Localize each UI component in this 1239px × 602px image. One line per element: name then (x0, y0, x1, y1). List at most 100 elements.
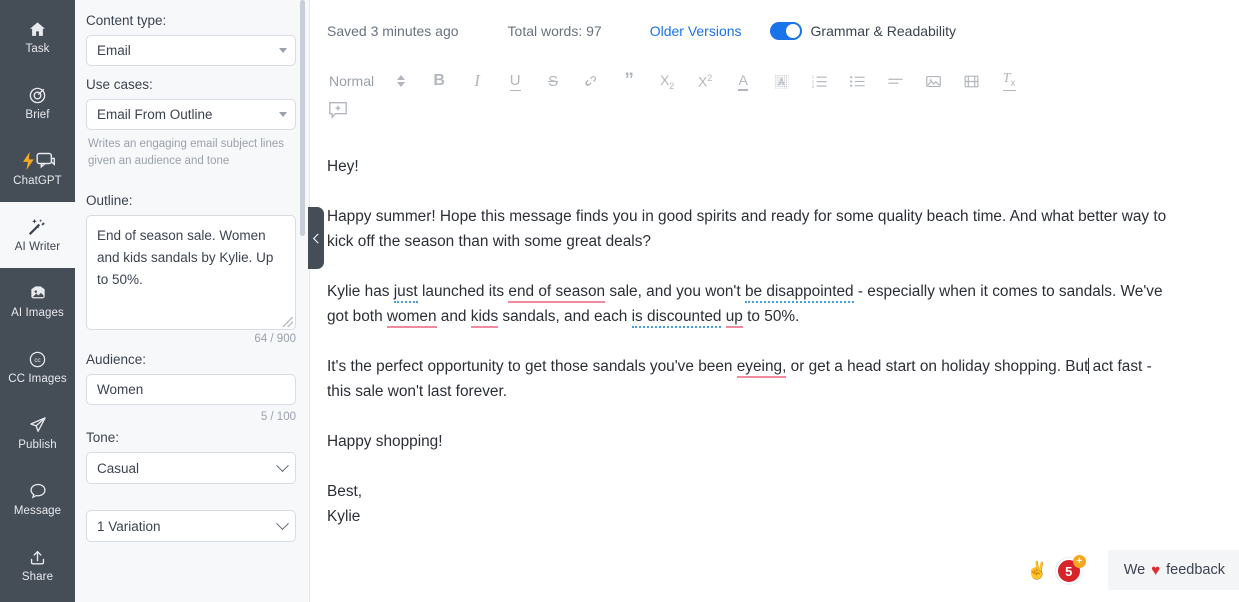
use-cases-label: Use cases: (86, 77, 153, 92)
link-button[interactable] (572, 66, 610, 96)
resize-grip-icon[interactable] (283, 317, 293, 327)
style-dropdown-icon[interactable] (382, 66, 420, 96)
doc-paragraph-body-2: It's the perfect opportunity to get thos… (327, 358, 1152, 400)
highlight-color-button[interactable]: A (762, 66, 800, 96)
sidebar-item-label: Task (25, 43, 50, 55)
grammar-mark-blue: be disappointed (744, 283, 854, 303)
ordered-list-button[interactable]: 1 2 3 (800, 66, 838, 96)
notification-badge[interactable]: 5 + (1055, 555, 1086, 585)
grammar-mark-blue: is discounted (631, 308, 722, 328)
strikethrough-button[interactable]: S (534, 66, 572, 96)
sidebar-item-cc-images[interactable]: cc CC Images (0, 334, 75, 400)
sidebar-item-label: AI Images (11, 307, 64, 319)
chevron-left-icon (312, 233, 323, 243)
sidebar-item-publish[interactable]: Publish (0, 400, 75, 466)
insert-image-button[interactable] (914, 66, 952, 96)
feedback-pre-label: We (1123, 562, 1146, 578)
content-type-select[interactable]: Email (86, 35, 296, 66)
svg-text:cc: cc (34, 357, 40, 364)
sidebar-item-brief[interactable]: Brief (0, 70, 75, 136)
left-nav-rail: Task Brief ChatGPT AI Writer AI Images c… (0, 0, 75, 602)
grammar-readability-toggle[interactable]: Grammar & Readability (769, 22, 957, 40)
editor-topbar: Saved 3 minutes ago Total words: 97 Olde… (310, 0, 1239, 62)
subscript-button[interactable]: X2 (648, 66, 686, 96)
superscript-button[interactable]: X2 (686, 66, 724, 96)
chevron-down-icon (276, 458, 289, 472)
audience-value: Women (97, 382, 144, 397)
tone-value: Casual (97, 460, 140, 476)
grammar-mark-pink: up (725, 308, 743, 328)
outline-label: Outline: (86, 193, 133, 208)
tone-select[interactable]: Casual (86, 452, 296, 484)
underline-button[interactable]: U (496, 66, 534, 96)
sidebar-item-ai-images[interactable]: AI Images (0, 268, 75, 334)
app-root: Task Brief ChatGPT AI Writer AI Images c… (0, 0, 1239, 602)
italic-button[interactable]: I (458, 66, 496, 96)
feedback-post-label: feedback (1166, 562, 1225, 578)
content-type-label: Content type: (86, 13, 167, 28)
sidebar-item-chatgpt[interactable]: ChatGPT (0, 136, 75, 202)
chevron-down-icon (276, 516, 289, 530)
editor-toolbar: Normal B I U S ” X2 X2 A A 1 2 3 Tx (310, 62, 1239, 100)
chevron-down-icon (279, 48, 287, 53)
creative-commons-icon: cc (28, 348, 47, 370)
grammar-mark-pink: eyeing, (736, 358, 787, 378)
bold-button[interactable]: B (420, 66, 458, 96)
outline-counter: 64 / 900 (254, 333, 296, 345)
variations-value: 1 Variation (97, 518, 161, 534)
doc-paragraph-greeting: Hey! (327, 158, 359, 175)
sidebar-item-share[interactable]: Share (0, 532, 75, 598)
toggle-switch-icon[interactable] (769, 22, 802, 40)
doc-paragraph-intro: Happy summer! Hope this message finds yo… (327, 208, 1167, 250)
content-type-value: Email (97, 43, 131, 58)
grammar-mark-pink: end of season (508, 283, 606, 303)
panel-scrollbar-thumb[interactable] (300, 0, 305, 236)
total-words: Total words: 97 (507, 23, 602, 39)
chevron-down-icon (279, 112, 287, 117)
sidebar-item-message[interactable]: Message (0, 466, 75, 532)
heart-icon: ♥ (1151, 561, 1161, 579)
blockquote-button[interactable]: ” (610, 66, 648, 96)
sidebar-item-ai-writer[interactable]: AI Writer (0, 202, 75, 268)
sidebar-item-label: ChatGPT (13, 175, 62, 187)
variations-select[interactable]: 1 Variation (86, 510, 296, 542)
sidebar-item-label: Publish (18, 439, 57, 451)
outline-value: End of season sale. Women and kids sanda… (97, 228, 274, 287)
doc-paragraph-closing: Happy shopping! (327, 433, 443, 450)
paragraph-style-value[interactable]: Normal (327, 66, 382, 96)
use-cases-select[interactable]: Email From Outline (86, 99, 296, 130)
clear-format-button[interactable]: Tx (990, 66, 1028, 96)
notification-plus-badge: + (1072, 555, 1086, 568)
grammar-mark-pink: women (386, 308, 437, 328)
older-versions-link[interactable]: Older Versions (650, 23, 742, 39)
use-cases-hint: Writes an engaging email subject lines g… (88, 138, 285, 167)
audience-input[interactable]: Women (86, 374, 296, 405)
sidebar-item-label: Brief (25, 109, 50, 121)
outline-textarea[interactable]: End of season sale. Women and kids sanda… (86, 215, 296, 330)
collapse-panel-handle[interactable] (308, 207, 324, 269)
unordered-list-button[interactable] (838, 66, 876, 96)
feedback-button[interactable]: We ♥ feedback (1107, 550, 1239, 590)
ai-writer-form-panel: Content type: Email Use cases: Email Fro… (75, 0, 310, 602)
bottom-right-widgets: ✌ 5 + We ♥ feedback (1027, 550, 1239, 602)
document-editor[interactable]: Hey! Happy summer! Hope this message fin… (310, 126, 1239, 602)
editor-main: Saved 3 minutes ago Total words: 97 Olde… (310, 0, 1239, 602)
audience-label: Audience: (86, 352, 147, 367)
panel-scrollbar[interactable] (300, 0, 307, 602)
align-button[interactable] (876, 66, 914, 96)
doc-paragraph-signoff-2: Kylie (327, 508, 361, 525)
sidebar-item-task[interactable]: Task (0, 4, 75, 70)
sidebar-item-label: AI Writer (14, 241, 61, 253)
doc-paragraph-signoff-1: Best, (327, 483, 363, 500)
use-cases-value: Email From Outline (97, 107, 213, 122)
chat-bubble-icon (28, 480, 48, 502)
grammar-readability-label: Grammar & Readability (810, 23, 957, 39)
text-color-button[interactable]: A (724, 66, 762, 96)
share-upload-icon (28, 546, 47, 568)
add-comment-icon[interactable] (327, 100, 349, 120)
chatgpt-bolt-icon (19, 150, 57, 172)
insert-video-button[interactable] (952, 66, 990, 96)
sidebar-item-label: CC Images (8, 373, 67, 385)
tone-label: Tone: (86, 430, 120, 445)
peace-hand-icon[interactable]: ✌ (1027, 562, 1048, 579)
